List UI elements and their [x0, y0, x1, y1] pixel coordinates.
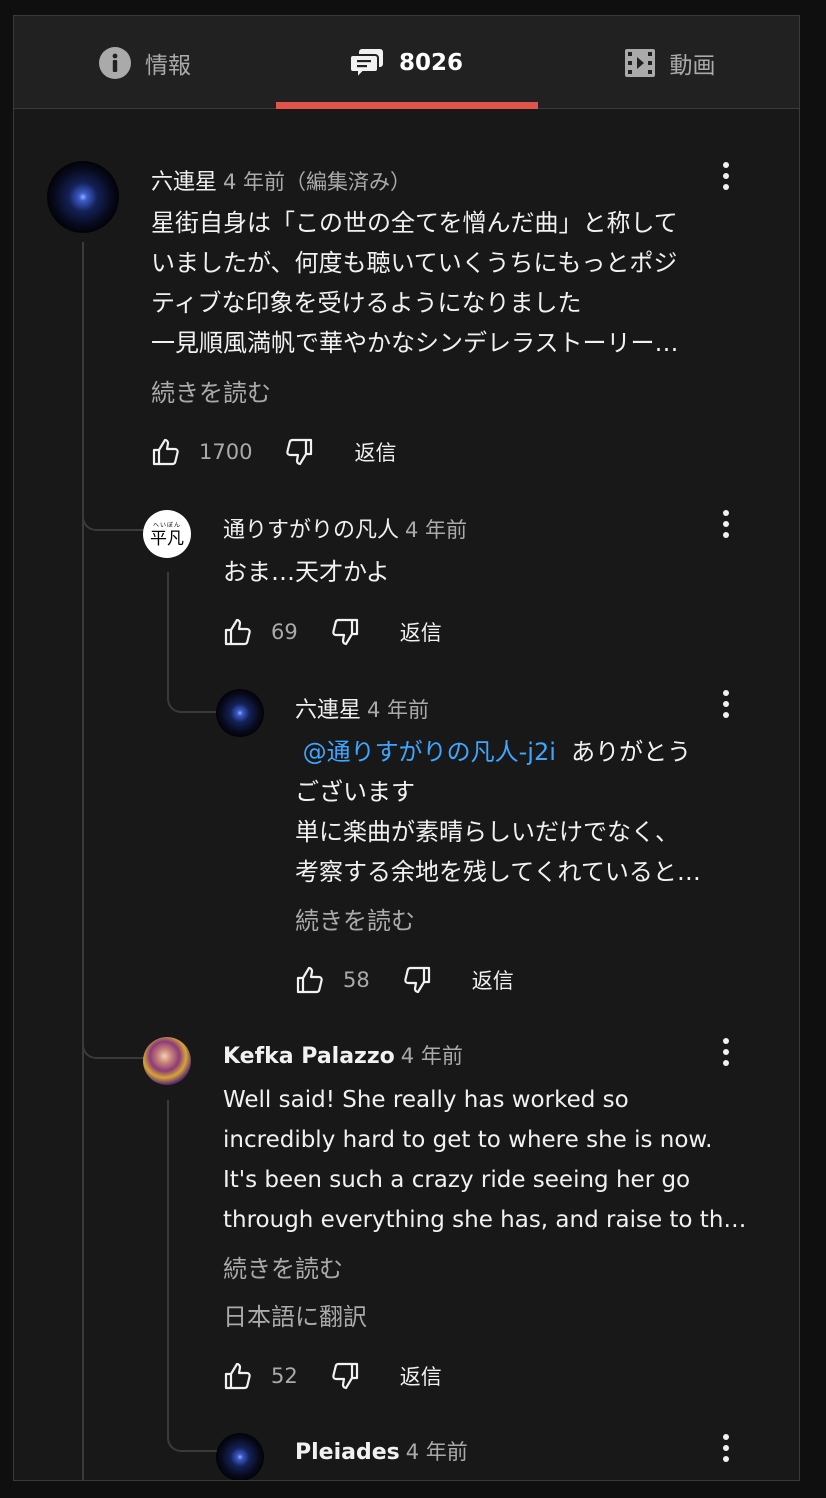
video-icon: [624, 47, 656, 79]
comment-meta: Pleiades 4 年前: [295, 1436, 468, 1466]
like-count: 1700: [199, 440, 253, 464]
avatar-text-small: へいぼん: [152, 522, 181, 529]
thumb-up-icon[interactable]: [223, 617, 253, 647]
read-more-link[interactable]: 続きを読む: [223, 1249, 343, 1284]
comment-author[interactable]: 六連星: [151, 170, 217, 195]
comment-line: through everything she has, and raise to…: [223, 1207, 747, 1233]
comment-line: 一見順風満帆で華やかなシンデレラストーリー…: [151, 329, 679, 357]
comment-meta: Kefka Palazzo 4 年前: [223, 1040, 463, 1070]
thumb-up-icon[interactable]: [151, 437, 181, 467]
comment-meta: 六連星 4 年前: [295, 692, 429, 724]
tab-comments-count: 8026: [398, 49, 463, 76]
reply-button[interactable]: 返信: [400, 617, 442, 647]
thumb-down-icon[interactable]: [330, 1361, 360, 1391]
comment-line: 単に楽曲が素晴らしいだけでなく、: [295, 818, 679, 846]
thread-line-sub: [167, 572, 169, 660]
comment-author[interactable]: 六連星: [295, 698, 361, 723]
thread-elbow: [82, 476, 146, 531]
comment-actions: 52 返信: [223, 1356, 442, 1396]
more-vert-icon[interactable]: [711, 1428, 741, 1468]
tab-bar: 情報 8026 動画: [14, 16, 799, 109]
translate-link[interactable]: 日本語に翻訳: [223, 1297, 367, 1332]
tab-video[interactable]: 動画: [538, 16, 799, 109]
thumb-up-icon[interactable]: [295, 965, 325, 995]
comment-line: いましたが、何度も聴いていくうちにもっとポジ: [151, 249, 678, 277]
more-vert-icon[interactable]: [711, 504, 741, 544]
thread-line-main: [82, 242, 84, 1480]
comment-meta: 通りすがりの凡人 4 年前: [223, 512, 467, 544]
avatar[interactable]: [216, 689, 264, 737]
comment-actions: 1700 返信: [151, 432, 396, 472]
avatar[interactable]: [143, 1037, 191, 1085]
comment-line: @通りすがりの凡人-j2i ありがとう: [295, 732, 701, 772]
avatar[interactable]: [216, 1433, 264, 1480]
comment-time[interactable]: 4 年前: [405, 518, 467, 542]
comment-line: おま…天才かよ: [223, 558, 390, 586]
comment-author[interactable]: Kefka Palazzo: [223, 1044, 395, 1069]
comment-time[interactable]: 4 年前（編集済み）: [223, 170, 411, 194]
comment-line: Well said! She really has worked so: [223, 1087, 629, 1113]
thumb-up-icon[interactable]: [223, 1361, 253, 1391]
read-more-link[interactable]: 続きを読む: [151, 373, 271, 408]
comment-time[interactable]: 4 年前: [406, 1440, 468, 1464]
comment-time[interactable]: 4 年前: [367, 698, 429, 722]
more-vert-icon[interactable]: [711, 156, 741, 196]
comment-text: @通りすがりの凡人-j2i ありがとう ございます 単に楽曲が素晴らしいだけでな…: [295, 732, 701, 892]
comment-line: ございます: [295, 778, 415, 806]
comments-panel: 情報 8026 動画 六連星 4 年前（編集済み） 星街自身は「この世の全てを憎ん…: [13, 15, 800, 1481]
tab-comments[interactable]: 8026: [276, 16, 538, 109]
avatar[interactable]: [47, 161, 119, 233]
tab-info[interactable]: 情報: [14, 16, 276, 109]
avatar-text-big: 平凡: [150, 529, 184, 549]
comment-actions: 58 返信: [295, 960, 514, 1000]
comment-line: incredibly hard to get to where she is n…: [223, 1127, 713, 1153]
thread-elbow: [167, 656, 217, 713]
reply-button[interactable]: 返信: [472, 965, 514, 995]
reply-button[interactable]: 返信: [400, 1361, 442, 1391]
more-vert-icon[interactable]: [711, 684, 741, 724]
comment-line: 考察する余地を残してくれていると…: [295, 858, 701, 886]
tab-info-label: 情報: [145, 52, 191, 79]
thread-elbow: [167, 1396, 217, 1452]
comment-author[interactable]: 通りすがりの凡人: [223, 518, 399, 543]
comment-icon: [350, 47, 385, 79]
comment-meta: 六連星 4 年前（編集済み）: [151, 164, 411, 196]
comment-time[interactable]: 4 年前: [401, 1044, 463, 1068]
thumb-down-icon[interactable]: [284, 437, 314, 467]
like-count: 58: [343, 968, 370, 992]
thread-line-sub: [167, 1100, 169, 1400]
comment-text: 星街自身は「この世の全てを憎んだ曲」と称して いましたが、何度も聴いていくうちに…: [151, 203, 679, 363]
tab-active-indicator: [276, 102, 538, 109]
comment-actions: 69 返信: [223, 612, 442, 652]
thumb-down-icon[interactable]: [330, 617, 360, 647]
comment-author[interactable]: Pleiades: [295, 1440, 400, 1465]
comment-line: It's been such a crazy ride seeing her g…: [223, 1167, 691, 1193]
comment-line-rest: ありがとう: [571, 738, 692, 766]
tab-video-label: 動画: [669, 52, 716, 79]
like-count: 52: [271, 1364, 298, 1388]
comment-line: ティブな印象を受けるようになりました: [151, 289, 582, 317]
thumb-down-icon[interactable]: [402, 965, 432, 995]
like-count: 69: [271, 620, 298, 644]
comment-text: Well said! She really has worked so incr…: [223, 1080, 746, 1240]
comment-line: 星街自身は「この世の全てを憎んだ曲」と称して: [151, 209, 678, 237]
reply-button[interactable]: 返信: [354, 437, 396, 467]
mention-link[interactable]: @通りすがりの凡人-j2i: [303, 738, 556, 766]
thread-elbow: [82, 1006, 146, 1059]
more-vert-icon[interactable]: [711, 1032, 741, 1072]
comment-text: おま…天才かよ: [223, 552, 390, 592]
avatar[interactable]: へいぼん 平凡: [143, 510, 191, 558]
info-icon: [99, 46, 131, 79]
read-more-link[interactable]: 続きを読む: [295, 901, 415, 936]
